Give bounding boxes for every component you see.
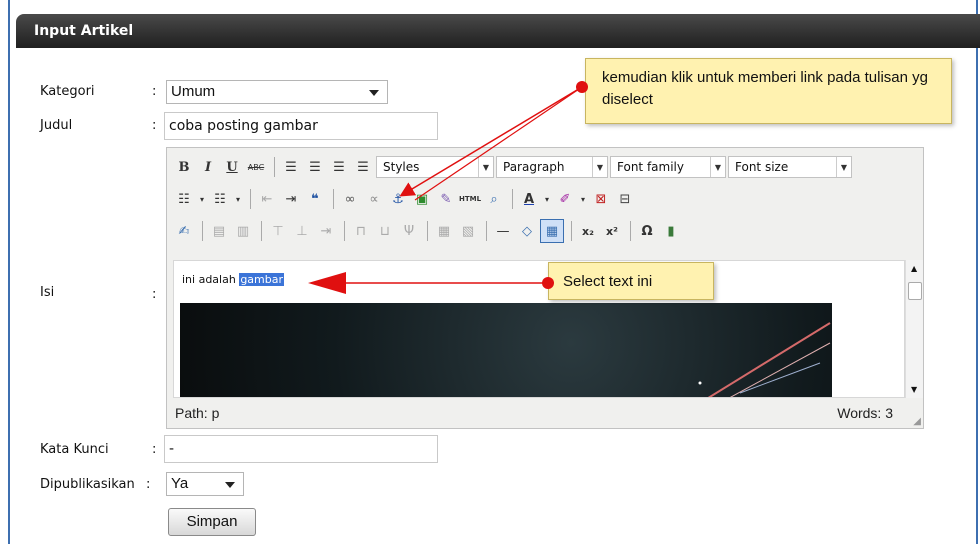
callout-pin xyxy=(576,81,588,93)
link-arrow-2 xyxy=(414,86,583,201)
callout-pin xyxy=(542,277,554,289)
link-callout: kemudian klik untuk memberi link pada tu… xyxy=(585,58,952,124)
select-callout: Select text ini xyxy=(548,262,714,300)
select-arrowhead xyxy=(308,272,346,294)
link-arrow xyxy=(399,86,583,197)
